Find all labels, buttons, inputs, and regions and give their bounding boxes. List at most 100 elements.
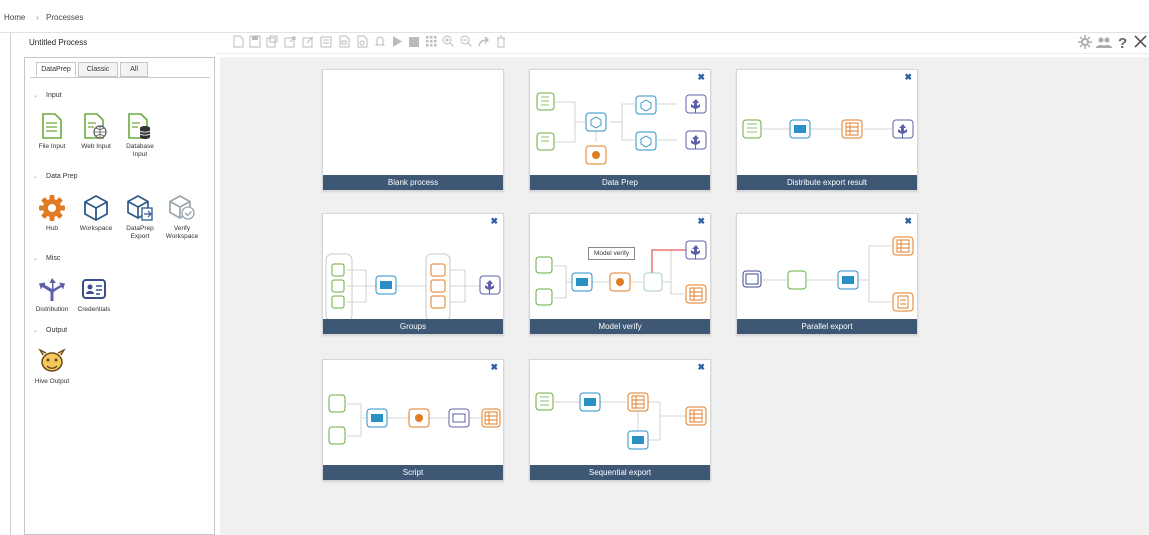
tool-dataprep-export[interactable]: DataPrep Export [117,194,163,241]
template-caption: Distribute export result [737,175,917,190]
tool-workspace[interactable]: Workspace [73,194,119,233]
zoom-out-icon[interactable] [460,35,472,48]
help-icon[interactable]: ? [1117,35,1129,50]
breadcrumb-home[interactable]: Home [4,13,25,22]
chevron-down-icon: ⌄ [33,93,39,99]
export-icon[interactable] [284,35,296,48]
template-card-script[interactable]: ✖ Script [322,359,504,481]
section-dataprep-label: Data Prep [46,173,78,180]
save-icon[interactable] [249,35,261,48]
web-input-icon [84,113,107,139]
tool-credentials[interactable]: Credentials [71,275,117,314]
tool-label: DataPrep Export [126,225,154,240]
tool-label: Distribution [35,306,69,313]
script-diagram [328,394,501,445]
bell-icon[interactable] [374,35,386,48]
breadcrumb-current: Processes [46,13,84,22]
tool-palette: DataPrep Classic All ⌄ Input File Input W… [24,57,215,535]
process-title: Untitled Process [29,38,88,47]
credentials-icon [82,279,106,299]
template-caption: Groups [323,319,503,334]
chevron-down-icon: ⌄ [33,174,39,180]
verify-workspace-icon [169,195,195,220]
database-input-icon [128,113,151,139]
play-icon[interactable] [391,35,403,48]
model-verify-diagram [535,240,707,306]
template-caption: Parallel export [737,319,917,334]
zoom-in-icon[interactable] [442,35,454,48]
section-misc[interactable]: ⌄ Misc [33,255,60,262]
tool-hub[interactable]: Hub [29,194,75,233]
template-card-model-verify[interactable]: ✖ Model verify Model verify [529,213,711,335]
tool-label: Hive Output [34,378,70,385]
data-prep-diagram [536,92,707,165]
breadcrumb: Home › Processes [0,0,1149,33]
tool-distribution[interactable]: Distribution [29,275,75,314]
tool-web-input[interactable]: Web Input [73,112,119,151]
template-caption: Model verify [530,319,710,334]
tool-hive-output[interactable]: Hive Output [29,347,75,386]
template-card-groups[interactable]: ✖ Groups [322,213,504,335]
grid-icon[interactable] [425,35,437,48]
template-caption: Blank process [323,175,503,190]
svg-text:?: ? [1118,35,1127,50]
settings-icon[interactable] [1078,35,1092,49]
tool-label: Web Input [81,143,111,150]
tab-all[interactable]: All [120,62,148,77]
tool-file-input[interactable]: File Input [29,112,75,151]
tool-label: Hub [46,225,58,232]
run-list-icon[interactable] [320,35,332,48]
redo-icon[interactable] [478,35,490,48]
users-icon[interactable] [1096,35,1112,49]
edit-icon[interactable] [302,35,314,48]
chevron-down-icon: ⌄ [33,256,39,262]
distribute-diagram [742,119,914,139]
hive-icon [38,348,66,372]
template-card-distribute-export-result[interactable]: ✖ Distribute export result [736,69,918,191]
file-input-icon [42,113,62,139]
section-output-label: Output [46,327,68,334]
section-misc-label: Misc [46,255,61,262]
dataprep-export-icon [127,195,153,221]
tabs-divider [30,77,210,78]
template-caption: Sequential export [530,465,710,480]
hub-gear-icon [39,195,65,221]
tool-database-input[interactable]: Database Input [117,112,163,159]
process-editor: Untitled Process ? DataPrep Classic All … [10,33,1149,535]
workspace-cube-icon [84,195,108,221]
stop-icon[interactable] [408,35,420,48]
new-icon[interactable] [232,35,244,48]
tool-label: Database Input [126,143,154,158]
groups-diagram [325,253,501,321]
save-as-icon[interactable] [266,35,278,48]
section-output[interactable]: ⌄ Output [33,327,67,334]
breadcrumb-separator: › [36,13,39,22]
close-icon[interactable] [1134,35,1147,48]
tool-label: File Input [38,143,66,150]
tool-label: Workspace [79,225,113,232]
section-dataprep[interactable]: ⌄ Data Prep [33,173,78,180]
toolbar-divider [216,53,1149,54]
section-input-label: Input [46,92,62,99]
template-card-blank-process[interactable]: Blank process [322,69,504,191]
trash-icon[interactable] [495,35,507,48]
template-caption: Script [323,465,503,480]
title-bar: Untitled Process ? [23,33,1149,53]
document2-icon[interactable] [356,35,368,48]
template-card-data-prep[interactable]: ✖ Data Prep [529,69,711,191]
template-card-sequential-export[interactable]: ✖ Sequential export [529,359,711,481]
tool-verify-workspace[interactable]: Verify Workspace [159,194,205,241]
tool-label: Credentials [77,306,111,313]
template-caption: Data Prep [530,175,710,190]
sequential-diagram [535,392,707,450]
tool-label: Verify Workspace [165,225,199,240]
template-card-parallel-export[interactable]: ✖ Parallel export [736,213,918,335]
parallel-diagram [742,236,914,312]
tab-classic[interactable]: Classic [78,62,118,77]
document-icon[interactable] [338,35,350,48]
section-input[interactable]: ⌄ Input [33,92,62,99]
distribution-icon [39,278,65,301]
chevron-down-icon: ⌄ [33,328,39,334]
tab-dataprep[interactable]: DataPrep [36,62,76,77]
template-canvas: Blank process ✖ Data Prep ✖ Distribute e… [220,57,1149,535]
